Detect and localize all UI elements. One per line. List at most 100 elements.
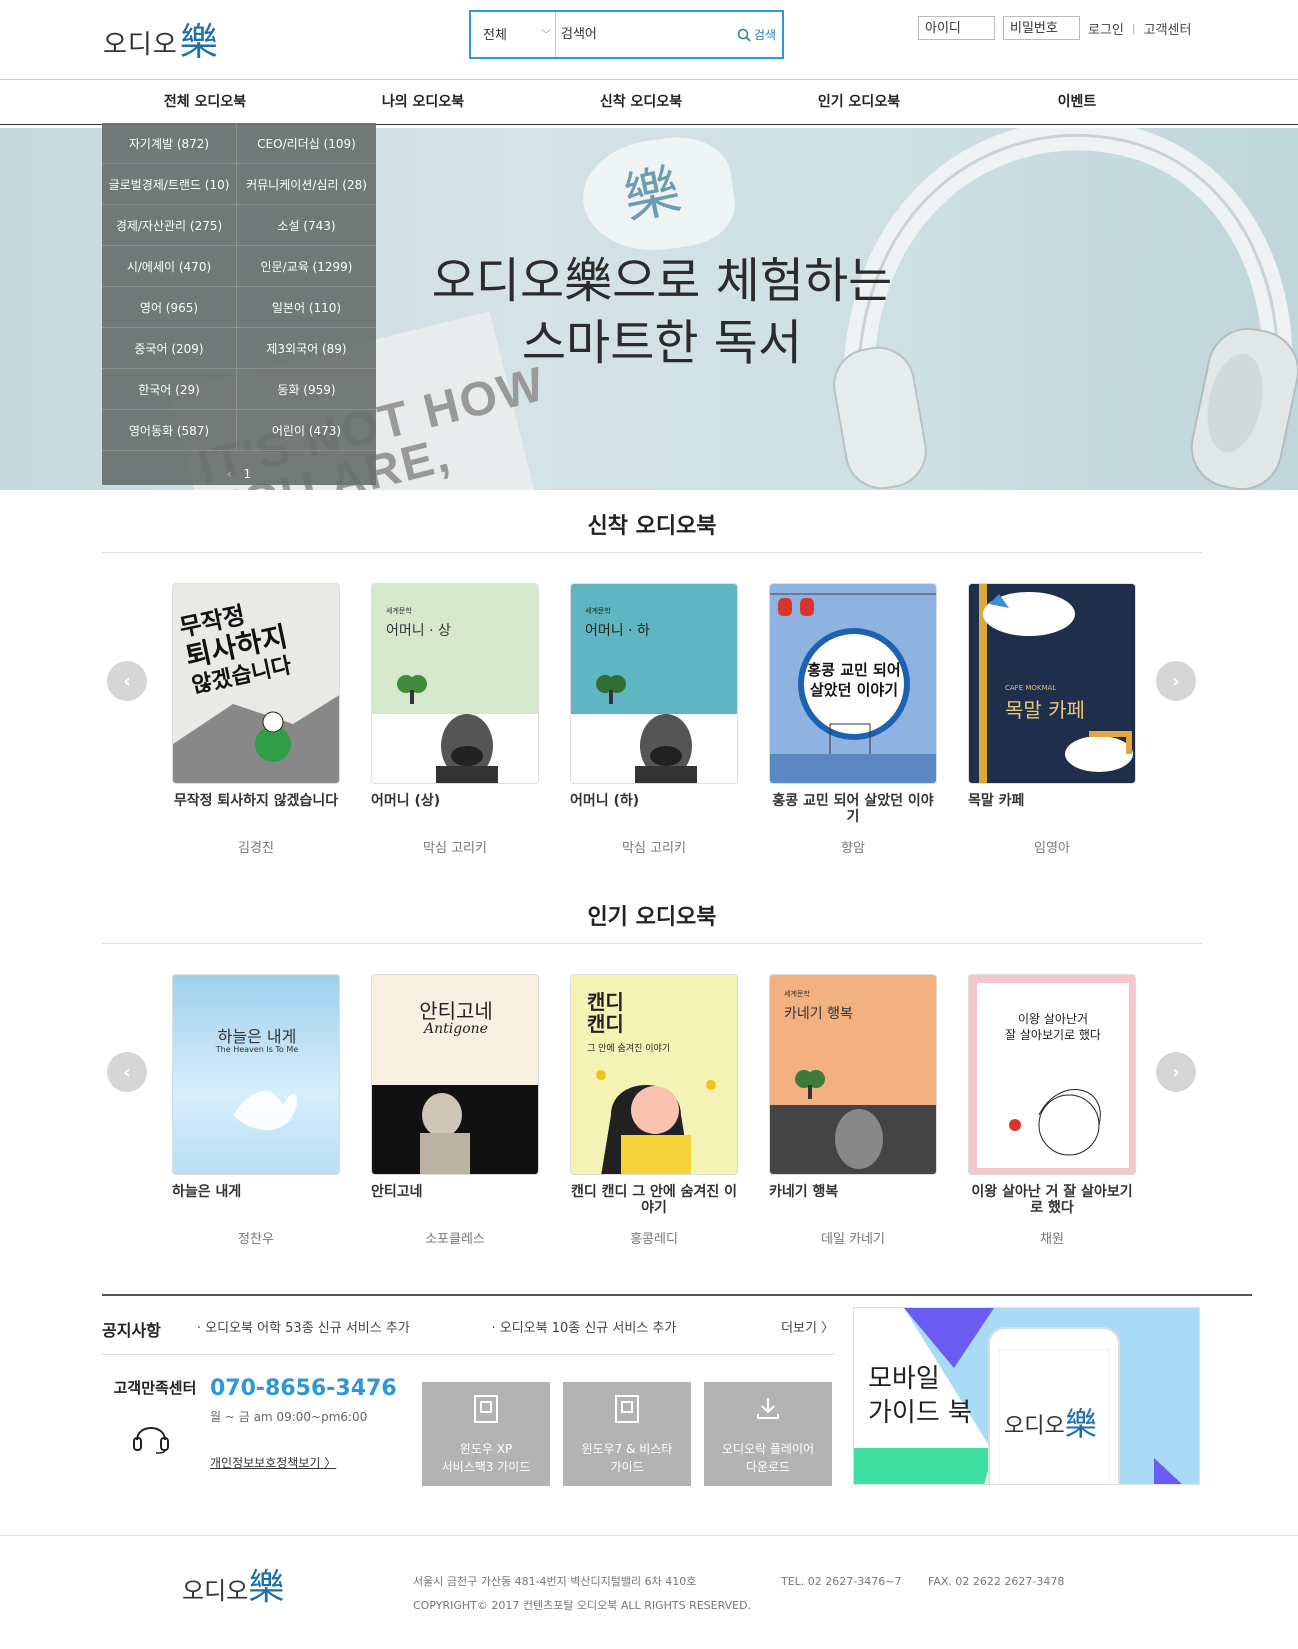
win7-guide-button[interactable]: 윈도우7 & 비스타 가이드 xyxy=(563,1382,691,1486)
category-item[interactable]: 영어동화 (587) xyxy=(102,410,237,451)
hero-headline-line2: 스마트한 독서 xyxy=(521,315,803,371)
category-item[interactable]: 제3외국어 (89) xyxy=(237,328,376,369)
mobile-guide-banner[interactable]: 모바일 가이드 북 오디오 樂 xyxy=(853,1307,1200,1485)
category-item[interactable]: 시/에세이 (470) xyxy=(102,246,237,287)
book-author: 막심 고리키 xyxy=(622,841,686,856)
book-title: 무작정 퇴사하지 않겠습니다 xyxy=(173,793,339,809)
category-item[interactable]: 경제/자산관리 (275) xyxy=(102,205,237,246)
document-icon xyxy=(474,1395,498,1423)
category-item[interactable]: 자기계발 (872) xyxy=(102,123,237,164)
book-title: 홍콩 교민 되어 살았던 이야기 xyxy=(772,793,934,825)
search-box: 전체 ﹀ 검색 xyxy=(469,10,784,59)
book-cover: 세계문학 어머니 · 하 xyxy=(570,583,738,784)
book-item[interactable]: 세계문학 카네기 행복 카네기 행복 데일 카네기 xyxy=(769,974,937,1247)
girl-illustration xyxy=(596,1070,716,1174)
footer-logo-text: 오디오 xyxy=(182,1577,249,1605)
cover-en-title: CAFE MOKMAL xyxy=(1005,684,1057,692)
book-item[interactable]: 하늘은 내게 The Heaven Is To Me 하늘은 내게 정찬우 xyxy=(172,974,340,1247)
book-author: 채원 xyxy=(1040,1232,1064,1247)
book-item[interactable]: 안티고네 Antigone 안티고네 소포클레스 xyxy=(371,974,539,1247)
guide-buttons: 윈도우 XP 서비스팩3 가이드 윈도우7 & 비스타 가이드 오디오락 플레이… xyxy=(422,1382,832,1486)
book-author: 임영아 xyxy=(1034,841,1070,856)
nav-events[interactable]: 이벤트 xyxy=(968,81,1186,124)
book-title: 이왕 살아난 거 잘 살아보기로 했다 xyxy=(971,1184,1133,1216)
book-cover: 무작정 퇴사하지 않겠습니다 xyxy=(172,583,340,784)
face-illustration xyxy=(1009,1089,1101,1156)
search-category-select[interactable]: 전체 ﹀ xyxy=(471,12,556,57)
book-cover: 세계문학 어머니 · 상 xyxy=(371,583,539,784)
guide-label-line2: 가이드 xyxy=(610,1460,644,1474)
book-item[interactable]: 무작정 퇴사하지 않겠습니다 무작정 퇴사하지 않겠습니다 김경진 xyxy=(172,583,340,856)
category-item[interactable]: 어린이 (473) xyxy=(237,410,376,451)
book-item[interactable]: 홍콩 교민 되어 살았던 이야기 홍콩 교민 되어 살았던 이야기 향암 xyxy=(769,583,937,856)
category-item[interactable]: 인문/교육 (1299) xyxy=(237,246,376,287)
privacy-policy-link[interactable]: 개인정보보호정책보기 〉 xyxy=(210,1454,336,1471)
book-item[interactable]: 이왕 살아난거 잘 살아보기로 했다 이왕 살아난 거 잘 살아보기로 했다 채… xyxy=(968,974,1136,1247)
notice-bar: 공지사항 · 오디오북 어학 53종 신규 서비스 추가 · 오디오북 10종 … xyxy=(102,1317,834,1355)
logo-text: 오디오 xyxy=(103,28,178,59)
support-center-link[interactable]: 고객센터 xyxy=(1144,19,1192,38)
book-cover: 캔디 캔디 그 안에 숨겨진 이야기 xyxy=(570,974,738,1175)
category-page-prev[interactable]: ‹ xyxy=(227,467,232,481)
notice-more-link[interactable]: 더보기 〉 xyxy=(781,1317,834,1336)
login-link[interactable]: 로그인 xyxy=(1088,19,1124,38)
nav-new-audiobooks[interactable]: 신착 오디오북 xyxy=(532,81,750,124)
footer-copyright: COPYRIGHT© 2017 컨텐츠포탈 오디오북 ALL RIGHTS RE… xyxy=(413,1599,752,1612)
divider xyxy=(102,552,1202,553)
statue-illustration xyxy=(420,1093,470,1174)
book-cover: 안티고네 Antigone xyxy=(371,974,539,1175)
tree-icon xyxy=(596,675,626,704)
category-item[interactable]: 일본어 (110) xyxy=(237,287,376,328)
book-author: 홍콩레디 xyxy=(630,1232,678,1247)
cover-title: 하늘은 내게 xyxy=(217,1027,297,1046)
category-item[interactable]: 커뮤니케이션/심리 (28) xyxy=(237,164,376,205)
new-next-arrow[interactable]: › xyxy=(1156,661,1196,701)
category-item[interactable]: 소설 (743) xyxy=(237,205,376,246)
book-item[interactable]: 세계문학 어머니 · 하 어머니 (하) 막심 고리키 xyxy=(570,583,738,856)
book-item[interactable]: CAFE MOKMAL 목말 카페 목말 카페 임영아 xyxy=(968,583,1136,856)
category-grid: 자기계발 (872) CEO/리더십 (109) 글로벌경제/트랜드 (10) 커뮤니… xyxy=(102,123,376,451)
category-item[interactable]: 한국어 (29) xyxy=(102,369,237,410)
category-item[interactable]: 동화 (959) xyxy=(237,369,376,410)
category-item[interactable]: 영어 (965) xyxy=(102,287,237,328)
cover-title-line2: 캔디 xyxy=(587,1012,624,1036)
popular-next-arrow[interactable]: › xyxy=(1156,1052,1196,1092)
nav-popular-audiobooks[interactable]: 인기 오디오북 xyxy=(750,81,968,124)
guide-label-line1: 오디오락 플레이어 xyxy=(721,1442,815,1456)
footer-logo[interactable]: 오디오 樂 xyxy=(182,1570,284,1606)
book-item[interactable]: 세계문학 어머니 · 상 어머니 (상) 막심 고리키 xyxy=(371,583,539,856)
player-download-button[interactable]: 오디오락 플레이어 다운로드 xyxy=(704,1382,832,1486)
dove-icon xyxy=(233,1091,298,1130)
nav-my-audiobooks[interactable]: 나의 오디오북 xyxy=(314,81,532,124)
search-button[interactable]: 검색 xyxy=(737,26,776,43)
popular-prev-arrow[interactable]: ‹ xyxy=(107,1052,147,1092)
guide-label-line2: 다운로드 xyxy=(745,1460,791,1474)
category-page-1[interactable]: 1 xyxy=(244,467,252,481)
book-cover: 홍콩 교민 되어 살았던 이야기 xyxy=(769,583,937,784)
book-item[interactable]: 캔디 캔디 그 안에 숨겨진 이야기 캔디 캔디 그 안에 숨겨진 이야기 홍콩… xyxy=(570,974,738,1247)
divider xyxy=(102,1294,1252,1296)
category-item[interactable]: CEO/리더십 (109) xyxy=(237,123,376,164)
notice-item[interactable]: · 오디오북 10종 신규 서비스 추가 xyxy=(491,1317,781,1336)
winxp-guide-button[interactable]: 윈도우 XP 서비스팩3 가이드 xyxy=(422,1382,550,1486)
guide-label-line1: 윈도우 XP xyxy=(459,1442,513,1456)
notice-item[interactable]: · 오디오북 어학 53종 신규 서비스 추가 xyxy=(197,1317,492,1336)
search-input[interactable] xyxy=(561,22,721,46)
category-item[interactable]: 중국어 (209) xyxy=(102,328,237,369)
book-author: 데일 카네기 xyxy=(821,1232,885,1247)
nav-all-audiobooks[interactable]: 전체 오디오북 xyxy=(96,81,314,124)
new-books-list: 무작정 퇴사하지 않겠습니다 무작정 퇴사하지 않겠습니다 김경진 세계문학 어… xyxy=(172,583,1136,856)
book-author: 향암 xyxy=(841,841,865,856)
category-item[interactable]: 글로벌경제/트랜드 (10) xyxy=(102,164,237,205)
popular-books-list: 하늘은 내게 The Heaven Is To Me 하늘은 내게 정찬우 안티… xyxy=(172,974,1136,1247)
new-prev-arrow[interactable]: ‹ xyxy=(107,661,147,701)
site-logo[interactable]: 오디오 樂 xyxy=(103,20,218,64)
guide-label-line2: 서비스팩3 가이드 xyxy=(441,1460,531,1474)
hero-headline: 오디오樂으로 체험하는 스마트한 독서 xyxy=(412,250,912,374)
id-field[interactable] xyxy=(918,16,995,40)
footer-info: 서울시 금천구 가산동 481-4번지 벽산디지털밸리 6차 410호 TEL.… xyxy=(413,1570,1064,1618)
password-field[interactable] xyxy=(1003,16,1080,40)
mobile-guide-logo: 오디오 樂 xyxy=(1004,1408,1097,1440)
cover-title: 안티고네 xyxy=(419,999,493,1023)
book-title: 캔디 캔디 그 안에 숨겨진 이야기 xyxy=(570,1184,738,1216)
